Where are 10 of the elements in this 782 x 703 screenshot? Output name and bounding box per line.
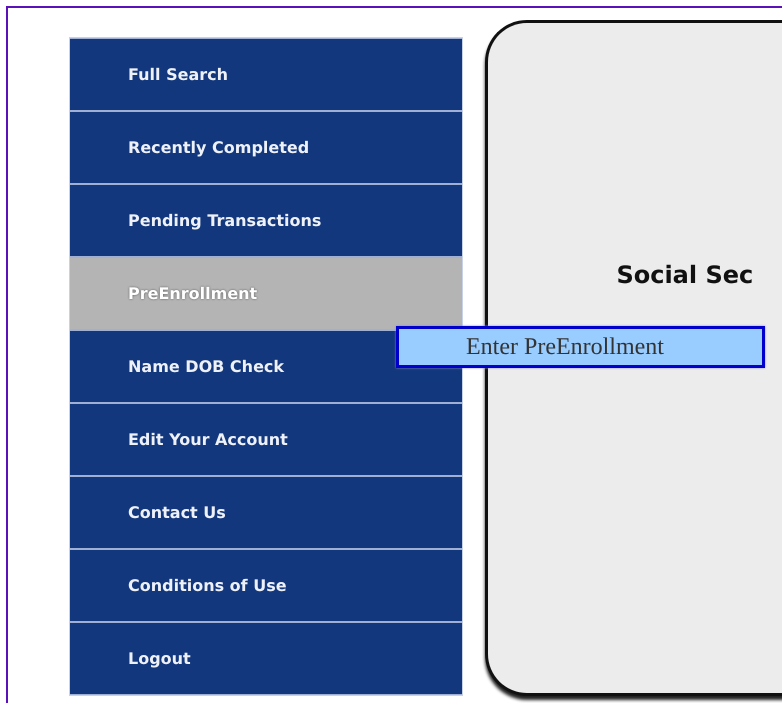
- menu-item[interactable]: Name DOB Check: [70, 331, 462, 402]
- menu-item[interactable]: Full Search: [70, 39, 462, 110]
- menu-item[interactable]: Logout: [70, 623, 462, 694]
- menu-item[interactable]: Pending Transactions: [70, 185, 462, 256]
- panel-heading: Social Sec: [616, 261, 754, 289]
- menu-item[interactable]: Contact Us: [70, 477, 462, 548]
- menu-item[interactable]: Edit Your Account: [70, 404, 462, 475]
- menu-item[interactable]: Recently Completed: [70, 112, 462, 183]
- tooltip: Enter PreEnrollment: [396, 326, 765, 368]
- menu-item[interactable]: Conditions of Use: [70, 550, 462, 621]
